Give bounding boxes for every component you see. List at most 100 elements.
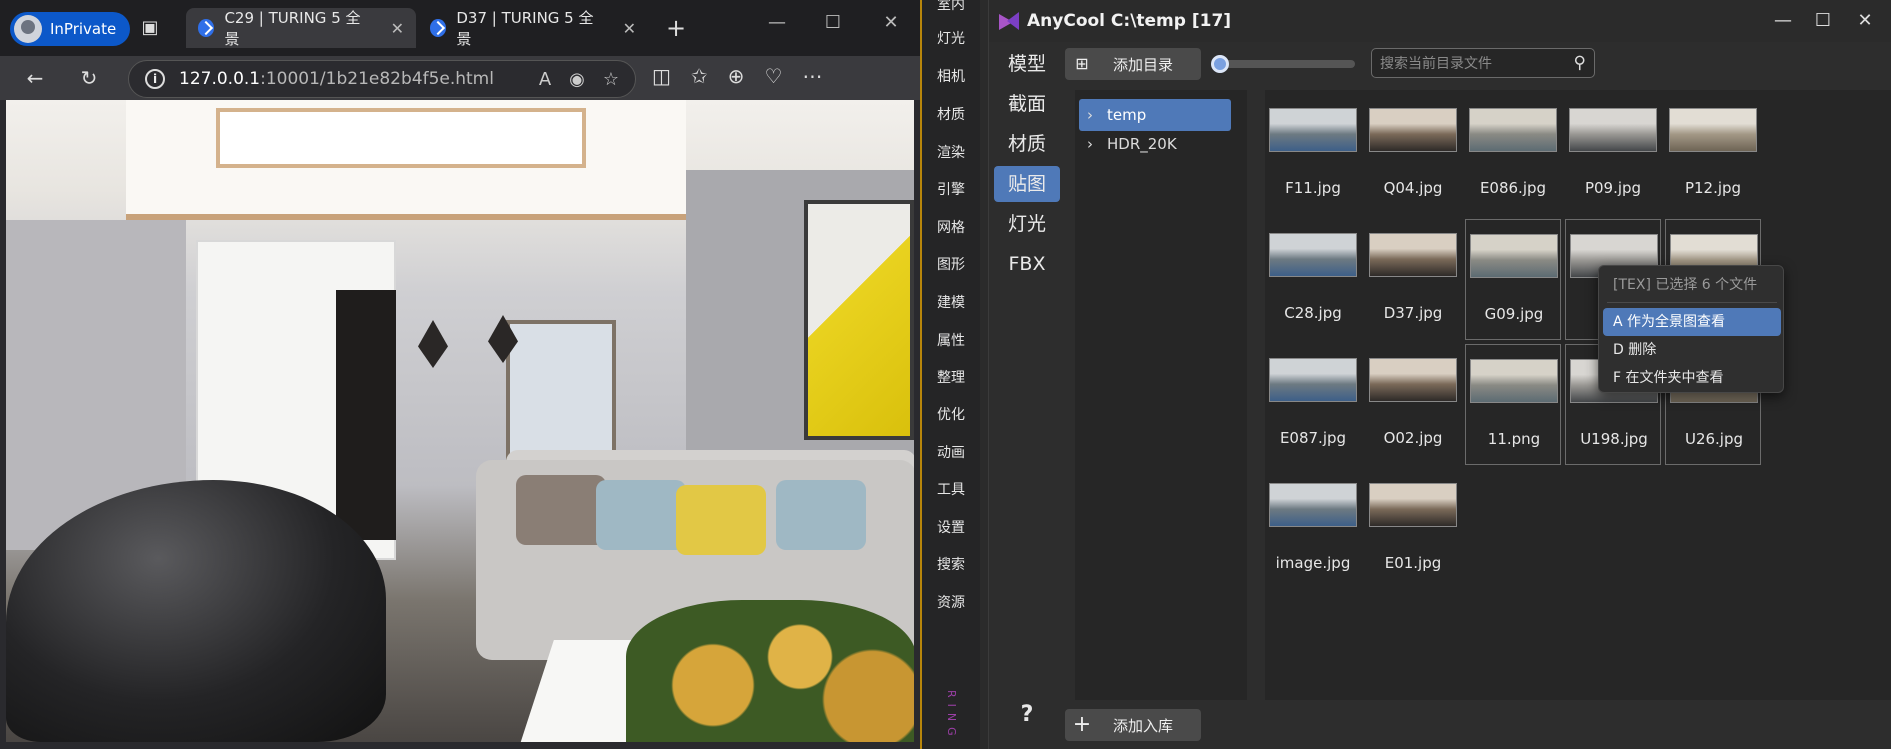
browser-essentials-icon[interactable]: ♡: [764, 64, 782, 88]
file-tile[interactable]: image.jpg: [1265, 469, 1361, 590]
favorites-icon[interactable]: ✩: [691, 64, 708, 88]
tab-c29[interactable]: C29 | TURING 5 全景 ✕: [186, 8, 416, 48]
folder-add-icon: ⊞: [1075, 54, 1089, 73]
file-tile[interactable]: P12.jpg: [1665, 94, 1761, 215]
close-tab-icon[interactable]: ✕: [623, 19, 636, 38]
file-tile[interactable]: O02.jpg: [1365, 344, 1461, 465]
flowers: [626, 600, 914, 742]
nav-light[interactable]: 灯光: [994, 206, 1060, 242]
strip-item[interactable]: 搜索: [922, 554, 980, 574]
favorite-star-icon[interactable]: ☆: [603, 69, 619, 90]
file-tile[interactable]: C28.jpg: [1265, 219, 1361, 340]
minimize-icon[interactable]: —: [762, 12, 792, 33]
back-icon[interactable]: ←: [20, 64, 50, 92]
url-host: 127.0.0.1: [179, 69, 261, 89]
nav-material[interactable]: 材质: [994, 126, 1060, 162]
search-icon[interactable]: ⚲: [1574, 53, 1586, 73]
strip-item[interactable]: 整理: [922, 367, 980, 387]
painting: [804, 200, 914, 440]
file-tile[interactable]: F11.jpg: [1265, 94, 1361, 215]
collections-icon[interactable]: ⊕: [728, 64, 745, 88]
strip-brand-text: RING: [945, 690, 958, 742]
strip-item[interactable]: 设置: [922, 517, 980, 537]
chevron-right-icon[interactable]: ›: [1087, 128, 1101, 160]
add-directory-button[interactable]: ⊞ 添加目录: [1065, 48, 1201, 80]
file-name: D37.jpg: [1383, 304, 1443, 322]
tree-item-temp[interactable]: › temp: [1079, 99, 1231, 131]
extension-icon[interactable]: ◉: [569, 69, 585, 90]
slider-knob[interactable]: [1211, 55, 1229, 73]
search-placeholder: 搜索当前目录文件: [1380, 56, 1492, 72]
app-title-bar: AnyCool C:\temp [17]: [989, 0, 1891, 42]
nav-model[interactable]: 模型: [994, 46, 1060, 82]
site-info-icon[interactable]: i: [145, 69, 165, 89]
side-nav: 模型 截面 材质 贴图 灯光 FBX ? ⚙: [989, 42, 1065, 749]
add-to-library-button[interactable]: + 添加入库: [1065, 709, 1201, 741]
file-tile[interactable]: E01.jpg: [1365, 469, 1461, 590]
tree-item-hdr[interactable]: › HDR_20K: [1079, 128, 1231, 160]
panorama-thumbnail: [1569, 108, 1657, 152]
thumbnail-size-slider[interactable]: [1211, 55, 1355, 73]
strip-item[interactable]: 工具: [922, 479, 980, 499]
panorama-viewport[interactable]: [6, 100, 914, 742]
address-bar-actions: A ◉ ☆: [539, 69, 619, 90]
app-minimize-icon[interactable]: —: [1763, 10, 1803, 31]
strip-item[interactable]: 室内: [922, 0, 980, 14]
help-icon[interactable]: ?: [1011, 702, 1043, 727]
strip-item[interactable]: 动画: [922, 442, 980, 462]
profile-avatar-icon: [14, 15, 42, 43]
shelf-dark: [336, 290, 396, 540]
file-tile[interactable]: P09.jpg: [1565, 94, 1661, 215]
more-icon[interactable]: ⋯: [802, 64, 822, 88]
strip-item[interactable]: 相机: [922, 66, 980, 86]
chevron-right-icon[interactable]: ›: [1087, 99, 1101, 131]
strip-item[interactable]: 优化: [922, 404, 980, 424]
close-window-icon[interactable]: ✕: [876, 12, 906, 33]
file-tile[interactable]: E086.jpg: [1465, 94, 1561, 215]
strip-item[interactable]: 网格: [922, 217, 980, 237]
menu-item-delete[interactable]: D 删除: [1603, 336, 1781, 364]
address-bar[interactable]: i 127.0.0.1:10001/1b21e82b4f5e.html A ◉ …: [128, 60, 636, 98]
nav-section[interactable]: 截面: [994, 86, 1060, 122]
tab-d37[interactable]: D37 | TURING 5 全景 ✕: [418, 8, 648, 48]
file-name: G09.jpg: [1484, 305, 1544, 323]
inprivate-badge[interactable]: InPrivate: [10, 12, 131, 46]
tab-actions-icon[interactable]: ▣: [136, 14, 164, 42]
search-input[interactable]: 搜索当前目录文件 ⚲: [1371, 48, 1595, 78]
maximize-icon[interactable]: ☐: [818, 12, 848, 33]
inprivate-label: InPrivate: [50, 20, 117, 38]
ceiling-inner: [216, 108, 586, 168]
strip-item[interactable]: 材质: [922, 104, 980, 124]
strip-item[interactable]: 引擎: [922, 179, 980, 199]
strip-item[interactable]: 渲染: [922, 142, 980, 162]
refresh-icon[interactable]: ↻: [74, 64, 104, 92]
strip-item[interactable]: 资源: [922, 592, 980, 612]
strip-item[interactable]: 图形: [922, 254, 980, 274]
strip-item[interactable]: 灯光: [922, 28, 980, 48]
nav-texture[interactable]: 贴图: [994, 166, 1060, 202]
read-aloud-icon[interactable]: A: [539, 69, 551, 90]
navigation-bar: ← ↻ i 127.0.0.1:10001/1b21e82b4f5e.html …: [0, 56, 920, 100]
nav-fbx[interactable]: FBX: [994, 246, 1060, 282]
file-tile[interactable]: D37.jpg: [1365, 219, 1461, 340]
strip-item[interactable]: 建模: [922, 292, 980, 312]
menu-item-show-in-folder[interactable]: F 在文件夹中查看: [1603, 364, 1781, 392]
file-tile[interactable]: Q04.jpg: [1365, 94, 1461, 215]
file-tile[interactable]: G09.jpg: [1465, 219, 1561, 340]
file-name: E01.jpg: [1384, 554, 1442, 572]
pane-divider[interactable]: [1253, 90, 1263, 700]
app-close-icon[interactable]: ✕: [1845, 10, 1885, 31]
close-tab-icon[interactable]: ✕: [391, 19, 404, 38]
split-screen-icon[interactable]: ◫: [652, 64, 671, 88]
menu-item-view-panorama[interactable]: A 作为全景图查看: [1603, 308, 1781, 336]
directory-tree: › temp › HDR_20K: [1075, 90, 1247, 700]
file-tile[interactable]: 11.png: [1465, 344, 1561, 465]
file-tile[interactable]: E087.jpg: [1265, 344, 1361, 465]
pendant-lamp: [418, 320, 448, 368]
new-tab-icon[interactable]: +: [662, 14, 690, 42]
context-menu-divider: [1607, 302, 1777, 303]
strip-item[interactable]: 属性: [922, 330, 980, 350]
app-maximize-icon[interactable]: ☐: [1803, 10, 1843, 31]
menu-strip: 室内 灯光 相机 材质 渲染 引擎 网格 图形 建模 属性 整理 优化 动画 工…: [922, 0, 980, 749]
file-grid: F11.jpg Q04.jpg E086.jpg P09.jpg P12.jpg C28.…: [1265, 90, 1891, 700]
